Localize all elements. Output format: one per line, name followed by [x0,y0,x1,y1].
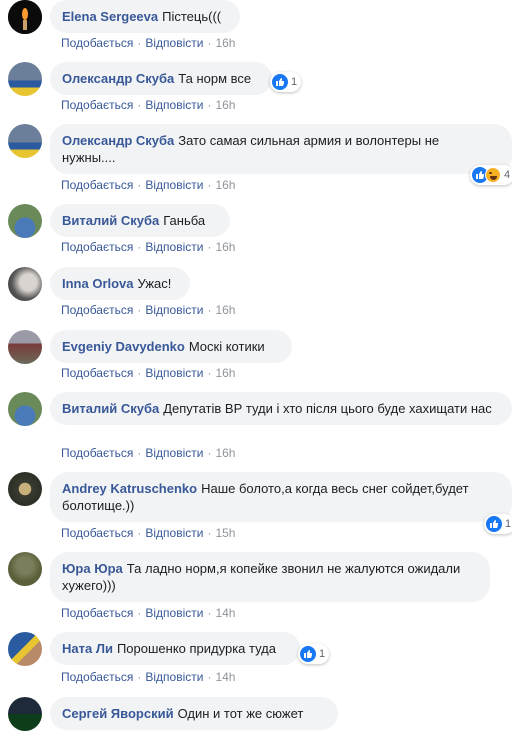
like-link[interactable]: Подобається [61,178,133,192]
like-link[interactable]: Подобається [61,36,133,50]
comment-actions: Подобається · Відповісти · 16h [61,98,236,112]
avatar[interactable] [8,204,42,238]
comment-bubble: Evgeniy Davydenko Москі котики [50,330,292,363]
avatar[interactable] [8,472,42,506]
avatar[interactable] [8,632,42,666]
comment-author[interactable]: Виталий Скуба [62,401,159,416]
reply-link[interactable]: Відповісти [145,36,203,50]
comment-bubble: Юра Юра Та ладно норм,я копейке звонил не… [50,552,490,602]
avatar[interactable] [8,392,42,426]
avatar[interactable] [8,330,42,364]
comment-actions: Подобається · Відповісти · 16h [61,446,236,460]
comment-time[interactable]: 14h [215,670,235,684]
comment-author[interactable]: Виталий Скуба [62,213,159,228]
comment-time[interactable]: 16h [215,366,235,380]
like-link[interactable]: Подобається [61,606,133,620]
avatar[interactable] [8,552,42,586]
comment-author[interactable]: Evgeniy Davydenko [62,339,185,354]
comment-time[interactable]: 15h [215,526,235,540]
comment-bubble: Сергей Яворский Один и тот же сюжет [50,697,338,730]
reaction-summary[interactable]: 1 [270,72,302,92]
comment-bubble: Олександр Скуба Зато самая сильная армия … [50,124,512,174]
comment-actions: Подобається · Відповісти · 16h [61,303,236,317]
reaction-count: 1 [505,518,512,530]
comment-text: Ганьба [163,213,206,228]
reaction-summary[interactable]: 1 [298,644,330,664]
avatar[interactable] [8,0,42,34]
comment-author[interactable]: Inna Orlova [62,276,134,291]
comment-actions: Подобається · Відповісти · 14h [61,606,236,620]
comment-bubble: Inna Orlova Ужас! [50,267,190,300]
reply-link[interactable]: Відповісти [145,240,203,254]
like-reaction-icon [486,516,502,532]
comment-author[interactable]: Олександр Скуба [62,133,174,148]
comment-bubble: Andrey Katruschenko Наше болото,а когда в… [50,472,512,522]
reaction-count: 4 [504,169,511,181]
reply-link[interactable]: Відповісти [145,670,203,684]
reply-link[interactable]: Відповісти [145,98,203,112]
like-reaction-icon [300,646,316,662]
candle-icon [8,0,42,34]
comment-text: Та норм все [178,71,252,86]
like-link[interactable]: Подобається [61,366,133,380]
comment-text: Порошенко придурка туда [116,641,276,656]
like-link[interactable]: Подобається [61,526,133,540]
comment-time[interactable]: 16h [215,303,235,317]
comment-text: Один и тот же сюжет [177,706,304,721]
reply-link[interactable]: Відповісти [145,526,203,540]
comment-actions: Подобається · Відповісти · 14h [61,670,236,684]
reaction-summary[interactable]: 4 [470,165,512,185]
comment-author[interactable]: Олександр Скуба [62,71,174,86]
comment-bubble: Elena Sergeeva Пістець((( [50,0,240,33]
comment-time[interactable]: 16h [215,36,235,50]
comment-time[interactable]: 16h [215,446,235,460]
comment-author[interactable]: Elena Sergeeva [62,9,158,24]
like-reaction-icon [272,74,288,90]
comment-author[interactable]: Ната Ли [62,641,113,656]
comment-actions: Подобається · Відповісти · 15h [61,526,236,540]
comment-author[interactable]: Andrey Katruschenko [62,481,197,496]
like-link[interactable]: Подобається [61,240,133,254]
avatar[interactable] [8,697,42,731]
comment-author[interactable]: Сергей Яворский [62,706,174,721]
comment-actions: Подобається · Відповісти · 16h [61,240,236,254]
reply-link[interactable]: Відповісти [145,606,203,620]
comment-time[interactable]: 16h [215,98,235,112]
reply-link[interactable]: Відповісти [145,303,203,317]
comment-author[interactable]: Юра Юра [62,561,123,576]
comment-bubble: Олександр Скуба Та норм все [50,62,272,95]
comment-bubble: Виталий Скуба Ганьба [50,204,230,237]
avatar[interactable] [8,62,42,96]
comment-actions: Подобається · Відповісти · 16h [61,366,236,380]
comment-text: Ужас! [137,276,172,291]
reaction-count: 1 [319,648,326,660]
comment-actions: Подобається · Відповісти · 16h [61,36,236,50]
comment-time[interactable]: 16h [215,240,235,254]
comment-actions: Подобається · Відповісти · 16h [61,178,236,192]
comment-text: Москі котики [188,339,265,354]
like-link[interactable]: Подобається [61,670,133,684]
avatar[interactable] [8,124,42,158]
comment-text: Депутатів ВР туди і хто після цього буде… [163,401,492,416]
reaction-summary[interactable]: 1 [484,514,512,534]
like-link[interactable]: Подобається [61,446,133,460]
avatar[interactable] [8,267,42,301]
like-link[interactable]: Подобається [61,303,133,317]
comment-bubble: Виталий Скуба Депутатів ВР туди і хто піс… [50,392,512,425]
reply-link[interactable]: Відповісти [145,178,203,192]
reply-link[interactable]: Відповісти [145,446,203,460]
comment-bubble: Ната Ли Порошенко придурка туда [50,632,300,665]
comment-time[interactable]: 16h [215,178,235,192]
comment-text: Пістець((( [162,9,222,24]
reaction-count: 1 [291,76,298,88]
like-link[interactable]: Подобається [61,98,133,112]
comment-time[interactable]: 14h [215,606,235,620]
haha-reaction-icon [485,167,501,183]
reply-link[interactable]: Відповісти [145,366,203,380]
